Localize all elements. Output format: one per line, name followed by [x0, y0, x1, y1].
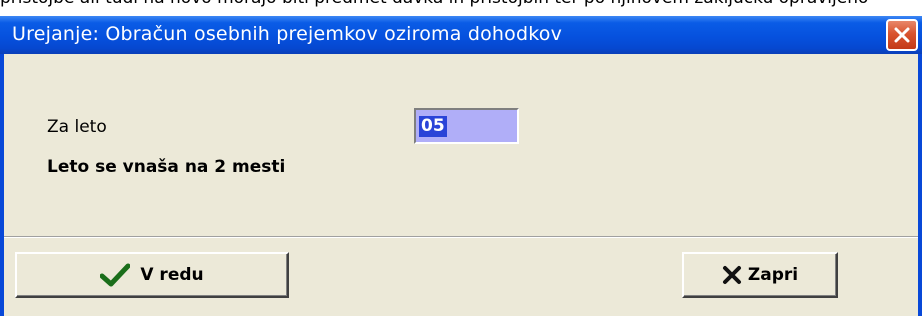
title-bar[interactable]: Urejanje: Obračun osebnih prejemkov ozir… [0, 16, 922, 54]
dialog-window: Urejanje: Obračun osebnih prejemkov ozir… [0, 16, 922, 316]
checkmark-icon [100, 263, 131, 287]
window-close-button[interactable] [886, 19, 918, 51]
close-button-label: Zapri [747, 265, 799, 285]
close-icon [894, 27, 910, 43]
ok-button-label: V redu [140, 265, 204, 285]
window-title: Urejanje: Obračun osebnih prejemkov ozir… [12, 23, 563, 45]
year-input-value: 05 [419, 116, 447, 137]
background-text: pristojbe ali tudi na novo morajo biti p… [0, 0, 922, 10]
close-button[interactable]: Zapri [682, 252, 838, 298]
x-icon [722, 266, 741, 284]
year-label: Za leto [47, 117, 107, 137]
separator-highlight [4, 237, 918, 238]
ok-button[interactable]: V redu [15, 252, 289, 298]
year-hint: Leto se vnaša na 2 mesti [47, 157, 286, 177]
